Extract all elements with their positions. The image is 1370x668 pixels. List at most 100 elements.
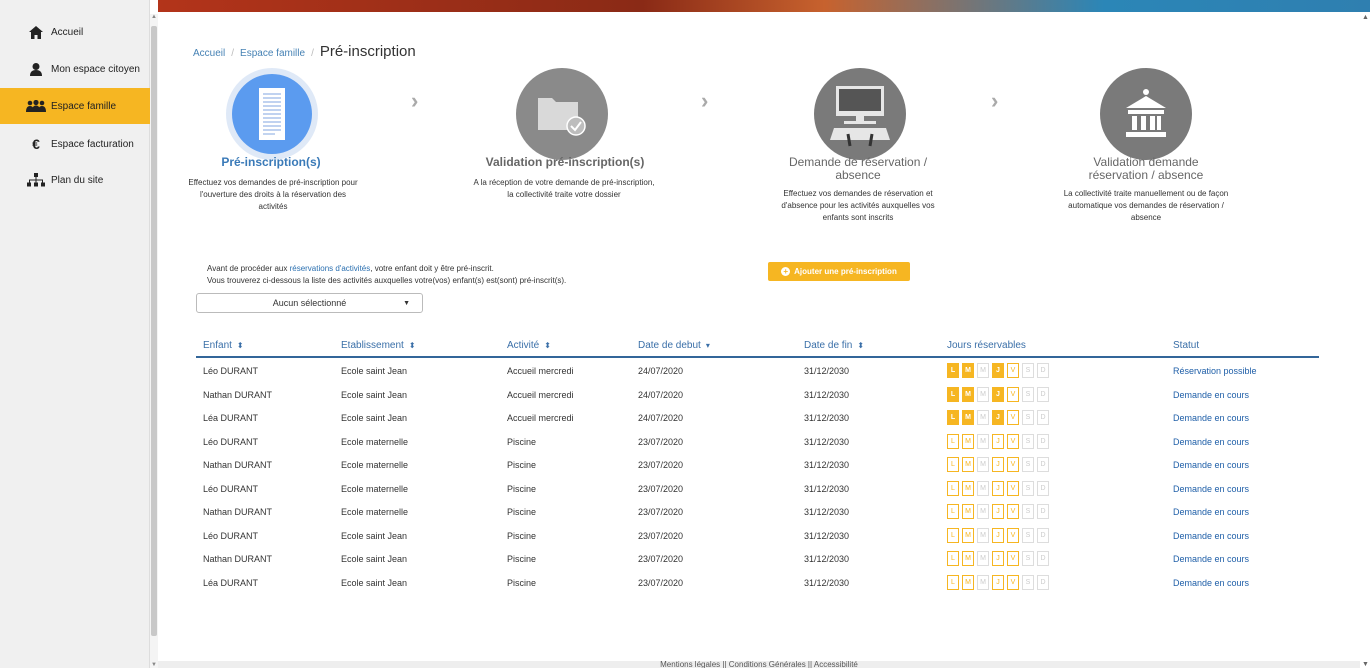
day-badge: J xyxy=(992,386,1004,402)
col-label: Etablissement xyxy=(341,340,404,351)
breadcrumb-separator: / xyxy=(231,48,235,59)
status-link[interactable]: Demande en cours xyxy=(1173,578,1249,588)
intro-line-2: Vous trouverez ci-dessous la liste des a… xyxy=(207,276,567,285)
jours-reservables: LMMJVSD xyxy=(947,574,1052,590)
cell-etab: Ecole saint Jean xyxy=(341,577,408,588)
step-2-title: Validation pré-inscription(s) xyxy=(485,155,645,169)
cell-etab: Ecole saint Jean xyxy=(341,530,408,541)
cell-fin: 31/12/2030 xyxy=(804,366,850,376)
day-badge: V xyxy=(1007,480,1019,496)
cell-debut: 23/07/2020 xyxy=(638,436,684,447)
day-badge: M xyxy=(977,480,989,496)
sidebar-item-facturation[interactable]: € Espace facturation xyxy=(0,126,150,162)
day-badge: D xyxy=(1037,574,1049,590)
page-scrollbar[interactable]: ▲ ▼ xyxy=(1360,14,1370,668)
col-etablissement[interactable]: Etablissement ⬍ xyxy=(341,340,416,351)
status-link[interactable]: Demande en cours xyxy=(1173,437,1249,447)
col-statut: Statut xyxy=(1173,340,1199,351)
step-3-title: Demande de réservation / absence xyxy=(788,155,928,182)
cell-debut: 23/07/2020 xyxy=(638,554,684,564)
col-enfant[interactable]: Enfant ⬍ xyxy=(203,340,244,351)
jours-reservables: LMMJVSD xyxy=(947,457,1052,472)
chevron-right-icon: › xyxy=(701,88,709,113)
day-badge: L xyxy=(947,433,959,449)
cell-etab: Ecole maternelle xyxy=(341,483,409,494)
scroll-up-icon[interactable]: ▲ xyxy=(1362,14,1369,21)
sidebar-item-famille[interactable]: Espace famille xyxy=(0,88,150,124)
step-4-circle xyxy=(1100,68,1192,160)
day-badge: J xyxy=(992,551,1004,566)
status-link[interactable]: Réservation possible xyxy=(1173,366,1257,376)
cell-debut: 23/07/2020 xyxy=(638,530,684,541)
status-link[interactable]: Demande en cours xyxy=(1173,413,1249,423)
day-badge: D xyxy=(1037,433,1049,449)
day-badge: S xyxy=(1022,480,1034,496)
intro-text: Avant de procéder aux réservations d'act… xyxy=(207,263,566,287)
day-badge: L xyxy=(947,410,959,425)
day-badge: M xyxy=(977,551,989,566)
status-link[interactable]: Demande en cours xyxy=(1173,507,1249,517)
scroll-down-icon[interactable]: ▼ xyxy=(1362,661,1369,668)
cell-enfant: Léa DURANT xyxy=(203,577,259,588)
cell-fin: 31/12/2030 xyxy=(804,389,850,400)
day-badge: M xyxy=(962,574,974,590)
sidebar-item-label: Mon espace citoyen xyxy=(51,63,140,75)
day-badge: L xyxy=(947,363,959,378)
cell-debut: 24/07/2020 xyxy=(638,366,684,376)
day-badge: S xyxy=(1022,386,1034,402)
col-date-debut[interactable]: Date de debut ▾ xyxy=(638,340,710,351)
day-badge: M xyxy=(962,480,974,496)
table-row: Nathan DURANT Ecole maternelle Piscine 23/0… xyxy=(196,453,1319,476)
jours-reservables: LMMJVSD xyxy=(947,551,1052,566)
sidebar-item-label: Accueil xyxy=(51,26,84,38)
status-link[interactable]: Demande en cours xyxy=(1173,554,1249,564)
cell-etab: Ecole saint Jean xyxy=(341,366,408,376)
cell-enfant: Léo DURANT xyxy=(203,530,259,541)
day-badge: M xyxy=(977,457,989,472)
cell-enfant: Nathan DURANT xyxy=(203,460,273,470)
add-preinscription-button[interactable]: + Ajouter une pré-inscription xyxy=(768,262,910,281)
col-activite[interactable]: Activité ⬍ xyxy=(507,340,551,351)
day-badge: D xyxy=(1037,410,1049,425)
cell-fin: 31/12/2030 xyxy=(804,507,850,517)
cell-activite: Piscine xyxy=(507,507,537,517)
cell-fin: 31/12/2030 xyxy=(804,577,850,588)
day-badge: M xyxy=(962,386,974,402)
col-label: Statut xyxy=(1173,340,1200,351)
step-2-circle xyxy=(516,68,608,160)
day-badge: M xyxy=(977,363,989,378)
status-link[interactable]: Demande en cours xyxy=(1173,460,1249,470)
day-badge: V xyxy=(1007,551,1019,566)
reservations-link[interactable]: réservations d'activités xyxy=(290,264,371,273)
status-link[interactable]: Demande en cours xyxy=(1173,484,1249,494)
scrollbar-thumb[interactable] xyxy=(151,26,157,636)
sort-desc-icon: ▾ xyxy=(705,341,710,350)
table-row: Nathan DURANT Ecole maternelle Piscine 23/0… xyxy=(196,500,1319,523)
breadcrumb-accueil[interactable]: Accueil xyxy=(193,48,225,59)
sidebar: Accueil Mon espace citoyen Espace famill… xyxy=(0,0,150,668)
col-date-fin[interactable]: Date de fin ⬍ xyxy=(804,340,864,351)
sidebar-scrollbar[interactable]: ▲ ▼ xyxy=(150,14,158,668)
status-link[interactable]: Demande en cours xyxy=(1173,390,1249,400)
table-row: Léa DURANT Ecole saint Jean Accueil mercre… xyxy=(196,406,1319,429)
chevron-right-icon: › xyxy=(411,88,419,113)
cell-activite: Piscine xyxy=(507,460,537,470)
sidebar-item-citoyen[interactable]: Mon espace citoyen xyxy=(0,51,150,87)
sidebar-item-plan[interactable]: Plan du site xyxy=(0,162,150,198)
scroll-down-icon[interactable]: ▼ xyxy=(151,662,157,668)
cell-enfant: Léo DURANT xyxy=(203,436,259,447)
day-badge: D xyxy=(1037,457,1049,472)
home-icon xyxy=(25,25,47,39)
day-badge: J xyxy=(992,504,1004,519)
scroll-up-icon[interactable]: ▲ xyxy=(151,14,157,20)
sort-icon: ⬍ xyxy=(408,341,416,350)
cell-debut: 24/07/2020 xyxy=(638,389,684,400)
status-link[interactable]: Demande en cours xyxy=(1173,531,1249,541)
intro-text-part: Avant de procéder aux xyxy=(207,264,290,273)
sidebar-item-accueil[interactable]: Accueil xyxy=(0,14,150,50)
child-filter-select[interactable]: Aucun sélectionné ▼ xyxy=(196,293,423,313)
day-badge: S xyxy=(1022,527,1034,543)
table-row: Léo DURANT Ecole maternelle Piscine 23/07/2… xyxy=(196,430,1319,453)
breadcrumb-espace-famille[interactable]: Espace famille xyxy=(240,48,305,59)
cell-debut: 23/07/2020 xyxy=(638,460,684,470)
